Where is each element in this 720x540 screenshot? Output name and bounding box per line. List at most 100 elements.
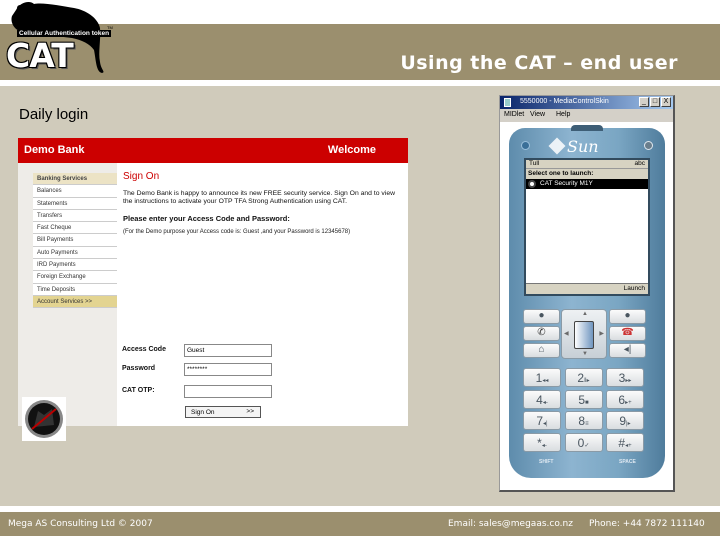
sign-on-arrow: >>	[246, 408, 254, 415]
key-media-icon: ◂+	[625, 442, 632, 449]
minimize-button[interactable]: _	[639, 97, 649, 107]
emulator-title: 5550000 - MediaControlSkin	[520, 98, 609, 105]
footer-email: Email: sales@megaas.co.nz	[448, 519, 573, 529]
phone-screen: Tull abc Select one to launch: CAT Secur…	[524, 158, 650, 296]
clear-button[interactable]: ◂|	[609, 343, 646, 358]
nav-right-icon[interactable]: ▶	[599, 330, 604, 337]
keypad-key[interactable]: 6▸+	[606, 389, 644, 409]
logo-wordmark: CAT	[6, 36, 74, 75]
menu-midlet[interactable]: MIDlet	[504, 111, 524, 118]
keypad-key[interactable]: #◂+	[606, 432, 644, 452]
sign-on-button[interactable]: Sign On >>	[185, 406, 261, 418]
footer-phone: Phone: +44 7872 111140	[589, 519, 705, 529]
keypad-key[interactable]: 9|▸	[606, 411, 644, 430]
bank-menu-item[interactable]: Foreign Exchange	[33, 271, 117, 284]
screen-header: Select one to launch:	[526, 169, 648, 179]
space-label: SPACE	[619, 459, 636, 465]
otp-input[interactable]	[184, 385, 272, 398]
cat-logo: Cellular Authentication token TM CAT	[2, 0, 114, 75]
password-label: Password	[122, 365, 156, 372]
key-media-icon: ◂|	[543, 421, 548, 427]
nav-up-icon[interactable]: ▲	[582, 311, 588, 317]
bank-name: Demo Bank	[24, 144, 85, 156]
signal-indicator: Tull	[529, 160, 540, 167]
menu-help[interactable]: Help	[556, 111, 570, 118]
bank-menu: Banking Services Balances Statements Transf…	[33, 173, 117, 309]
key-media-icon: ▸+	[625, 399, 632, 406]
backspace-icon: ◂|	[623, 344, 632, 355]
sign-on-heading: Sign On	[123, 171, 160, 182]
cat-badge-icon	[22, 397, 66, 441]
left-softkey[interactable]: ●	[523, 309, 560, 324]
keypad-key[interactable]: 2‖▸	[564, 368, 603, 387]
key-media-icon: ◂-	[541, 442, 547, 449]
key-media-icon: ‖▸	[584, 378, 590, 384]
footer: Mega AS Consulting Ltd © 2007 Email: sal…	[0, 512, 720, 536]
phone-icon: ✆	[537, 327, 546, 338]
password-input[interactable]	[184, 363, 272, 376]
sign-on-button-label: Sign On	[191, 408, 215, 416]
bank-menu-item[interactable]: Auto Payments	[33, 246, 117, 260]
screen-status-bar: Tull abc	[526, 160, 648, 169]
access-code-label: Access Code	[122, 346, 166, 353]
keypad-key[interactable]: 5■	[564, 389, 603, 409]
home-button[interactable]: ⌂	[523, 343, 560, 358]
bank-login-page: Demo Bank Welcome Banking Services Balanc…	[18, 138, 408, 441]
access-code-input[interactable]	[184, 344, 272, 357]
key-media-icon: ▸▸	[625, 378, 632, 384]
nav-select-button[interactable]	[574, 321, 594, 349]
power-icon[interactable]	[644, 141, 653, 150]
navigation-pad[interactable]: ▲ ◀ ▶ ▼	[561, 309, 607, 359]
nav-left-icon[interactable]: ◀	[564, 330, 569, 337]
midlet-name: CAT Security M1Y	[540, 180, 593, 187]
maximize-button[interactable]: □	[650, 97, 660, 107]
phone-top-bump	[571, 125, 603, 131]
menu-view[interactable]: View	[530, 111, 545, 118]
emulator-window: 5550000 - MediaControlSkin _ □ X MIDlet …	[499, 95, 675, 492]
midlet-icon	[528, 180, 536, 188]
slide-title: Using the CAT – end user	[400, 52, 678, 74]
bank-menu-item[interactable]: IRD Payments	[33, 259, 117, 272]
footer-company: Mega AS Consulting Ltd © 2007	[8, 519, 153, 529]
keypad-key[interactable]: *◂-	[523, 432, 561, 452]
bank-menu-item[interactable]: Balances	[33, 185, 117, 198]
demo-note: (For the Demo purpose your Access code i…	[123, 229, 351, 235]
bank-menu-item[interactable]: Time Deposits	[33, 283, 117, 296]
keypad-key[interactable]: 4◂-	[523, 389, 561, 409]
sun-logo-icon	[548, 137, 566, 155]
nav-down-icon[interactable]: ▼	[582, 351, 588, 357]
keypad-key[interactable]: 0✓	[564, 432, 603, 452]
shift-label: SHIFT	[539, 459, 554, 465]
keypad-key[interactable]: 7◂|	[523, 411, 561, 430]
bank-menu-item: Banking Services	[33, 173, 117, 186]
brand-label: Sun	[567, 137, 599, 156]
keypad-key[interactable]: 8≡	[564, 411, 603, 430]
phone-skin: Sun Tull abc Select one to launch: CAT S…	[509, 125, 665, 478]
left-indicator-icon	[521, 141, 530, 150]
key-media-icon: ✓	[584, 442, 590, 449]
bank-menu-item[interactable]: Fast Cheque	[33, 222, 117, 235]
close-button[interactable]: X	[661, 97, 671, 107]
launch-softkey[interactable]: Launch	[526, 283, 648, 294]
bank-header: Demo Bank Welcome	[18, 138, 408, 163]
key-media-icon: |▸	[626, 421, 631, 427]
input-mode-indicator: abc	[634, 160, 645, 167]
credentials-prompt: Please enter your Access Code and Passwo…	[123, 214, 290, 223]
keypad-key[interactable]: 1◂◂	[523, 368, 561, 387]
bank-menu-item[interactable]: Statements	[33, 197, 117, 210]
keypad-key[interactable]: 3▸▸	[606, 368, 644, 387]
emulator-titlebar[interactable]: 5550000 - MediaControlSkin _ □ X	[500, 96, 673, 109]
otp-label: CAT OTP:	[122, 387, 155, 394]
bank-welcome: Welcome	[327, 144, 376, 156]
key-media-icon: ◂-	[542, 399, 548, 406]
bank-menu-item[interactable]: Transfers	[33, 209, 117, 223]
bank-main: Sign On The Demo Bank is happy to announ…	[117, 163, 408, 426]
bank-menu-item[interactable]: Bill Payments	[33, 234, 117, 247]
emulator-menubar: MIDlet View Help	[500, 109, 673, 122]
right-softkey[interactable]: ●	[609, 309, 646, 324]
key-digit: 4	[536, 392, 543, 407]
call-button[interactable]: ✆	[523, 326, 560, 341]
end-call-button[interactable]: ☎	[609, 326, 646, 341]
midlet-list-item[interactable]: CAT Security M1Y	[526, 179, 648, 189]
bank-menu-item[interactable]: Account Services >>	[33, 295, 117, 309]
